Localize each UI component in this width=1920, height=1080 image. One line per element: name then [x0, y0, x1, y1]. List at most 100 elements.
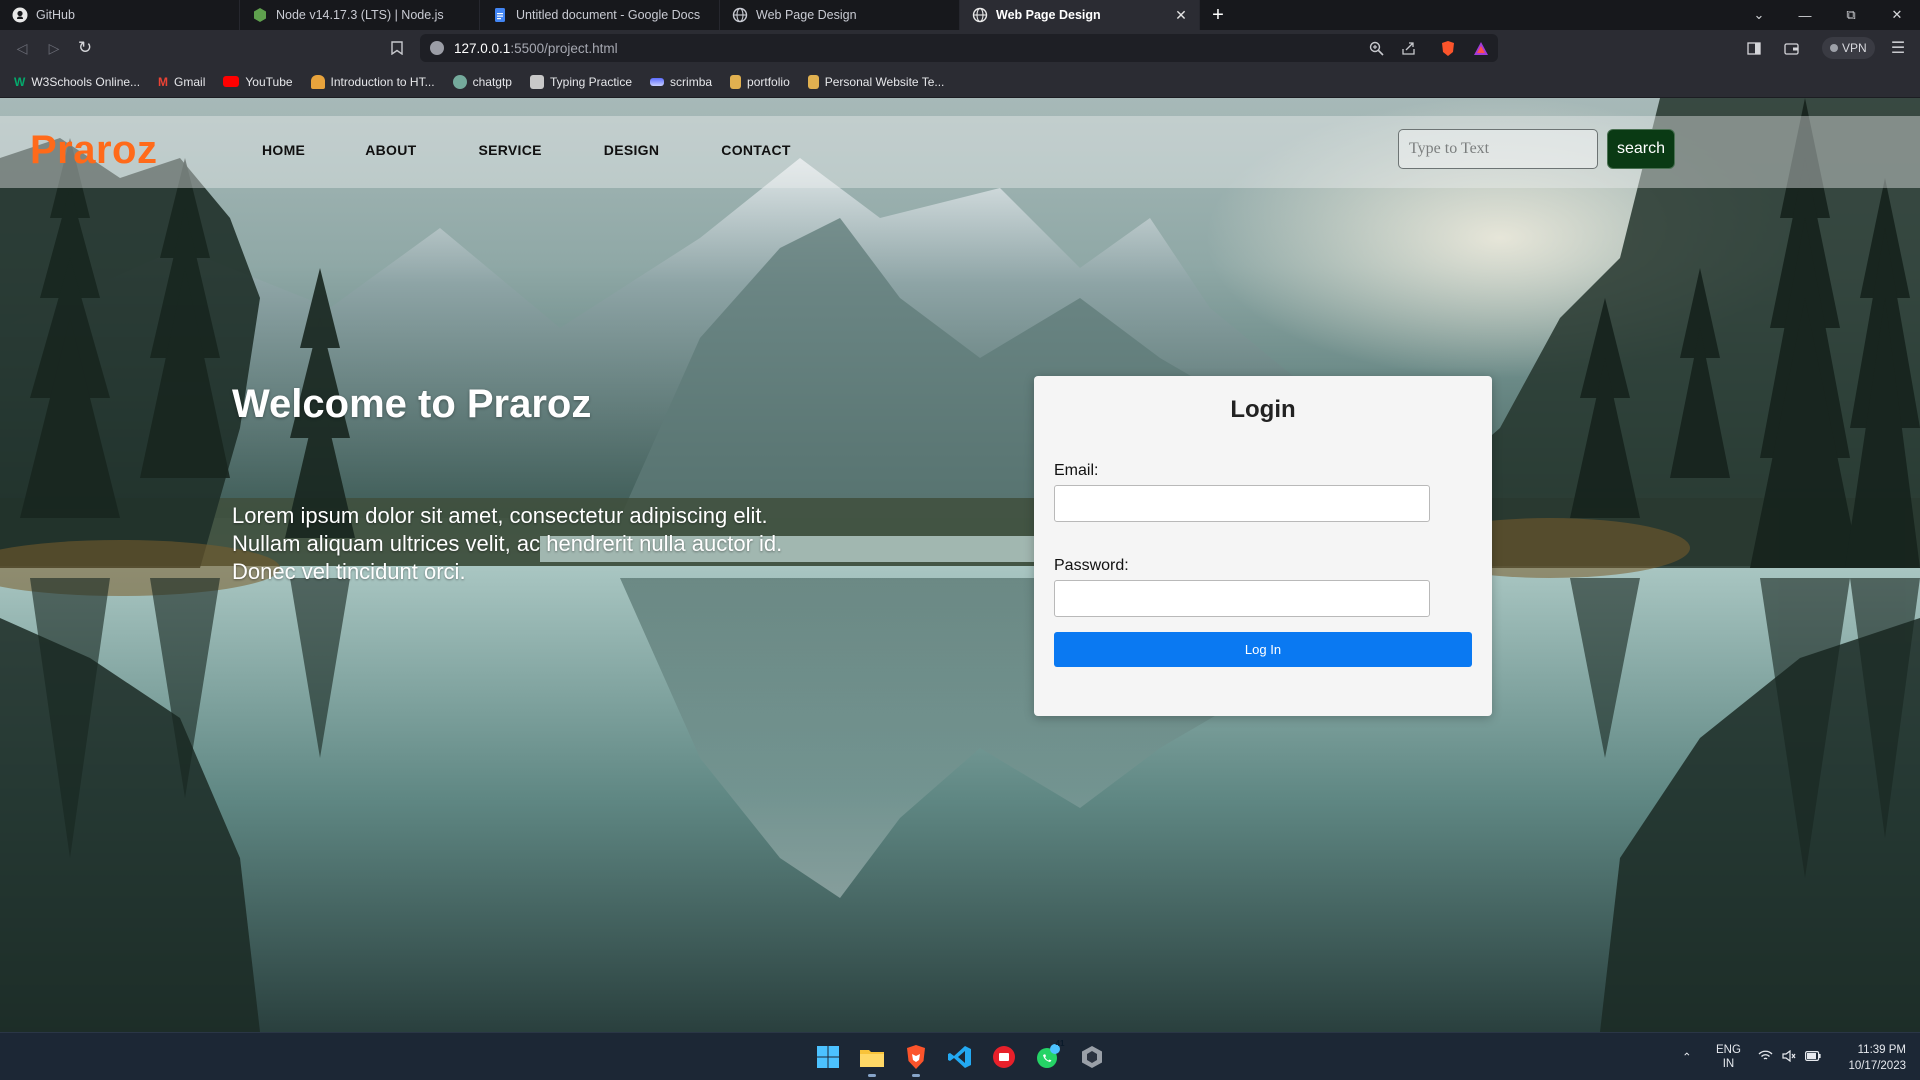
bookmarks-bar: W W3Schools Online... M Gmail YouTube In…	[0, 66, 1920, 98]
tab-label: GitHub	[36, 8, 75, 22]
site-logo[interactable]: Praroz	[30, 128, 158, 173]
sidebar-icon[interactable]	[1744, 38, 1764, 58]
clock[interactable]: 11:39 PM 10/17/2023	[1848, 1042, 1906, 1074]
bookmark-typing-practice[interactable]: Typing Practice	[529, 74, 633, 89]
close-window-icon[interactable]: ✕	[1874, 0, 1920, 30]
language-indicator[interactable]: ENG IN	[1716, 1033, 1741, 1080]
bookmark-personal-website[interactable]: Personal Website Te...	[807, 74, 945, 89]
app-hex-icon[interactable]	[1076, 1041, 1108, 1073]
restore-icon[interactable]: ⧉	[1828, 0, 1874, 30]
window-controls: ⌄ — ⧉ ✕	[1736, 0, 1920, 30]
login-form: Login Email: Password: Log In	[1034, 376, 1492, 716]
bookmark-label: scrimba	[670, 74, 713, 89]
login-button[interactable]: Log In	[1054, 632, 1472, 667]
wifi-icon	[1758, 1050, 1773, 1065]
bookmark-page-icon[interactable]	[387, 38, 407, 58]
nav-contact[interactable]: CONTACT	[721, 142, 791, 158]
clock-time: 11:39 PM	[1857, 1044, 1906, 1056]
site-header: Praroz HOME ABOUT SERVICE DESIGN CONTACT…	[0, 116, 1920, 188]
share-icon[interactable]	[1398, 38, 1418, 58]
app-red-icon[interactable]	[988, 1041, 1020, 1073]
new-tab-button[interactable]: +	[1200, 0, 1236, 30]
tab-web-page-design[interactable]: Web Page Design	[720, 0, 960, 30]
reload-icon[interactable]: ↻	[75, 38, 95, 58]
bookmark-scrimba[interactable]: scrimba	[650, 75, 712, 89]
clock-date: 10/17/2023	[1848, 1060, 1906, 1072]
bookmark-portfolio[interactable]: portfolio	[730, 74, 790, 89]
nav-about[interactable]: ABOUT	[365, 142, 416, 158]
volume-muted-icon	[1782, 1049, 1796, 1065]
site-info-icon[interactable]	[430, 41, 444, 55]
bookmark-label: YouTube	[245, 74, 293, 89]
bookmark-label: W3Schools Online...	[31, 74, 141, 89]
google-docs-icon	[492, 7, 508, 23]
bookmark-label: Introduction to HT...	[330, 74, 435, 89]
bookmark-label: Gmail	[174, 74, 206, 89]
bookmark-introduction-html[interactable]: Introduction to HT...	[310, 74, 435, 89]
hero-text: Lorem ipsum dolor sit amet, consectetur …	[232, 503, 783, 584]
whatsapp-icon[interactable]: 41	[1032, 1039, 1064, 1073]
bookmark-label: chatgtp	[472, 74, 512, 89]
bookmark-w3schools[interactable]: W W3Schools Online...	[14, 75, 140, 89]
bookmark-label: Personal Website Te...	[824, 74, 945, 89]
html-icon	[310, 74, 325, 89]
brave-icon[interactable]	[900, 1041, 932, 1077]
globe-icon	[732, 7, 748, 23]
tab-label: Node v14.17.3 (LTS) | Node.js	[276, 8, 444, 22]
vpn-button[interactable]: VPN	[1822, 37, 1875, 59]
vscode-icon[interactable]	[944, 1041, 976, 1073]
back-icon[interactable]: ◁	[12, 38, 32, 58]
email-field[interactable]	[1054, 485, 1430, 522]
bookmark-gmail[interactable]: M Gmail	[158, 75, 205, 89]
globe-icon	[972, 7, 988, 23]
close-tab-icon[interactable]: ✕	[1173, 7, 1189, 24]
nav-home[interactable]: HOME	[262, 142, 305, 158]
password-label: Password:	[1054, 557, 1129, 574]
zoom-icon[interactable]	[1366, 38, 1386, 58]
address-bar[interactable]: 127.0.0.1:5500/project.html	[420, 34, 1498, 62]
wallet-icon[interactable]	[1781, 38, 1801, 58]
brave-rewards-icon[interactable]	[1471, 38, 1491, 58]
bookmark-label: Typing Practice	[549, 74, 633, 89]
gmail-icon: M	[158, 74, 169, 89]
show-hidden-icons[interactable]: ⌃	[1682, 1033, 1692, 1080]
nav-design[interactable]: DESIGN	[604, 142, 659, 158]
main-nav: HOME ABOUT SERVICE DESIGN CONTACT	[262, 142, 791, 158]
forward-icon[interactable]: ▷	[44, 38, 64, 58]
scrimba-icon	[650, 77, 665, 86]
menu-icon[interactable]: ☰	[1888, 38, 1908, 58]
bookmark-chatgtp[interactable]: chatgtp	[452, 74, 512, 89]
nodejs-icon	[252, 7, 268, 23]
search-button[interactable]: search	[1607, 129, 1675, 169]
tab-label: Web Page Design	[756, 8, 857, 22]
battery-icon	[1805, 1050, 1821, 1064]
region-label: IN	[1722, 1058, 1735, 1070]
tab-google-docs[interactable]: Untitled document - Google Docs	[480, 0, 720, 30]
tab-github[interactable]: GitHub	[0, 0, 240, 30]
youtube-icon	[223, 76, 240, 87]
search-input[interactable]	[1398, 129, 1598, 169]
taskbar: 41 ⌃ ENG IN 11:39 PM 10/17/2023	[0, 1032, 1920, 1080]
tab-web-page-design-active[interactable]: Web Page Design ✕	[960, 0, 1200, 30]
bookmark-youtube[interactable]: YouTube	[223, 74, 293, 89]
windows-start-icon[interactable]	[812, 1041, 844, 1073]
chatgpt-icon	[452, 74, 467, 89]
nav-service[interactable]: SERVICE	[478, 142, 541, 158]
system-tray-icons[interactable]	[1758, 1033, 1821, 1080]
minimize-icon[interactable]: —	[1782, 0, 1828, 30]
tab-strip: GitHub Node v14.17.3 (LTS) | Node.js Unt…	[0, 0, 1920, 30]
bookmark-label: portfolio	[747, 74, 790, 89]
file-explorer-icon[interactable]	[856, 1041, 888, 1077]
browser-toolbar: ◁ ▷ ↻ 127.0.0.1:5500/project.html VPN ☰	[0, 30, 1920, 66]
github-icon	[12, 7, 28, 23]
bookmark-folder-icon	[807, 74, 819, 89]
password-field[interactable]	[1054, 580, 1430, 617]
vpn-label: VPN	[1842, 41, 1867, 55]
url-path: :5500/project.html	[510, 40, 618, 56]
hero-title: Welcome to Praroz	[232, 382, 592, 426]
language-label: ENG	[1716, 1044, 1741, 1056]
brave-shields-icon[interactable]	[1438, 38, 1458, 58]
tab-search-icon[interactable]: ⌄	[1736, 0, 1782, 30]
email-label: Email:	[1054, 462, 1099, 479]
tab-nodejs[interactable]: Node v14.17.3 (LTS) | Node.js	[240, 0, 480, 30]
